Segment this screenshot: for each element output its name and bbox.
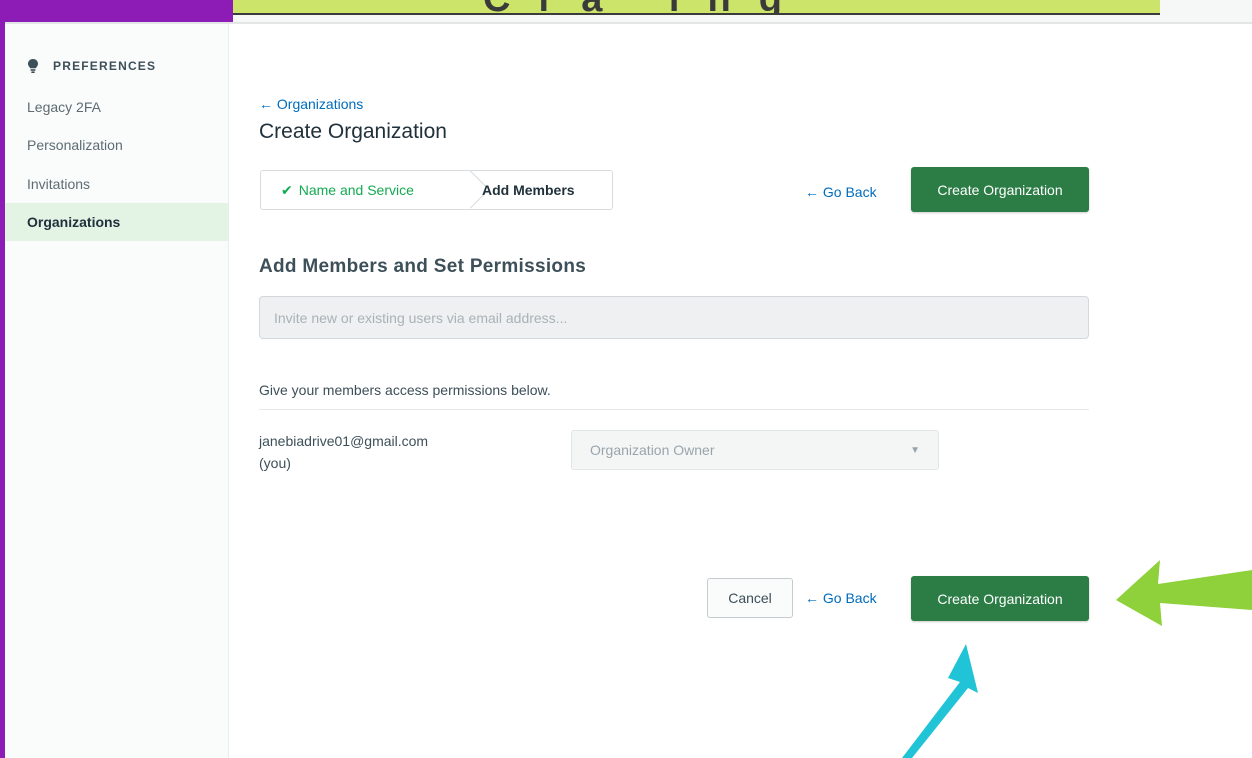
main-content: ← Organizations Create Organization ✔ Na… xyxy=(229,24,1252,758)
sidebar-item-legacy-2fa[interactable]: Legacy 2FA xyxy=(5,88,228,126)
step-add-members[interactable]: Add Members xyxy=(464,182,575,198)
section-title: Add Members and Set Permissions xyxy=(259,256,587,277)
sidebar-item-invitations[interactable]: Invitations xyxy=(5,165,228,203)
checkmark-icon: ✔ xyxy=(281,181,293,198)
banner-text: Cra ing xyxy=(483,0,810,13)
go-back-link-bottom[interactable]: ← Go Back xyxy=(805,590,877,606)
sidebar: PREFERENCES Legacy 2FA Personalization I… xyxy=(5,24,229,758)
sidebar-item-organizations[interactable]: Organizations xyxy=(5,203,228,241)
permissions-help-text: Give your members access permissions bel… xyxy=(259,382,551,398)
top-banner-purple xyxy=(0,0,233,22)
member-email: janebiadrive01@gmail.com xyxy=(259,433,429,449)
caret-down-icon: ▼ xyxy=(910,444,920,456)
create-organization-button-bottom[interactable]: Create Organization xyxy=(911,576,1089,621)
divider xyxy=(259,409,1089,410)
go-back-link-top[interactable]: ← Go Back xyxy=(805,184,877,200)
create-organization-button-top[interactable]: Create Organization xyxy=(911,167,1089,212)
sidebar-item-personalization[interactable]: Personalization xyxy=(5,126,228,164)
page-title: Create Organization xyxy=(259,120,447,143)
top-banner-lime: Cra ing xyxy=(233,0,1160,15)
member-role-select[interactable]: Organization Owner ▼ xyxy=(571,430,939,470)
sidebar-header-label: PREFERENCES xyxy=(53,59,157,73)
step-name-and-service[interactable]: ✔ Name and Service xyxy=(261,171,490,209)
invite-email-input[interactable] xyxy=(259,296,1089,339)
lightbulb-icon xyxy=(27,58,39,74)
cancel-button[interactable]: Cancel xyxy=(707,578,793,618)
wizard-stepper: ✔ Name and Service Add Members xyxy=(260,170,613,210)
member-role-value: Organization Owner xyxy=(590,442,715,458)
member-you-label: (you) xyxy=(259,455,291,471)
member-row: janebiadrive01@gmail.com (you) xyxy=(259,430,428,474)
organizations-back-link[interactable]: ← Organizations xyxy=(259,96,363,112)
step-name-and-service-label: Name and Service xyxy=(298,182,414,198)
sidebar-header: PREFERENCES xyxy=(27,58,156,74)
